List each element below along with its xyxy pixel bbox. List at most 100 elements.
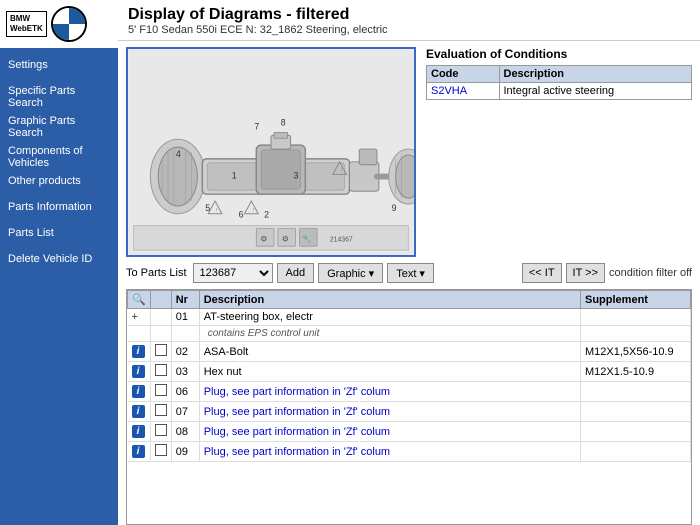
info-icon[interactable]: i <box>132 405 145 418</box>
row-icon-cell: i <box>128 442 151 462</box>
row-nr-cell <box>171 326 199 342</box>
svg-text:1: 1 <box>232 170 237 180</box>
info-icon[interactable]: i <box>132 345 145 358</box>
table-row: i 06 Plug, see part information in 'Zf' … <box>128 382 691 402</box>
bmw-roundel <box>51 6 87 42</box>
row-supp-cell <box>581 422 691 442</box>
row-icon-cell: i <box>128 342 151 362</box>
svg-text:3: 3 <box>294 170 299 180</box>
row-check-cell <box>150 442 171 462</box>
row-supp-cell <box>581 326 691 342</box>
checkbox[interactable] <box>155 364 167 376</box>
sidebar-item-settings[interactable]: Settings <box>6 56 112 74</box>
row-desc-cell: ASA-Bolt <box>199 342 580 362</box>
row-desc-cell: Plug, see part information in 'Zf' colum <box>199 402 580 422</box>
row-check-cell <box>150 382 171 402</box>
sidebar-item-components-of-vehicles[interactable]: Components of Vehicles <box>6 142 112 172</box>
col-description: Description <box>199 291 580 309</box>
row-check-cell <box>150 362 171 382</box>
row-icon-cell <box>128 326 151 342</box>
roundel-q3 <box>53 24 69 40</box>
roundel-q4 <box>69 24 85 40</box>
row-desc-cell: Plug, see part information in 'Zf' colum <box>199 422 580 442</box>
part-desc-link[interactable]: Plug, see part information in 'Zf' colum <box>204 446 390 458</box>
part-desc-link[interactable]: Plug, see part information in 'Zf' colum <box>204 386 390 398</box>
plus-btn[interactable]: + <box>132 311 138 323</box>
page-title: Display of Diagrams - filtered <box>128 6 690 24</box>
checkbox[interactable] <box>155 424 167 436</box>
row-nr-cell: 03 <box>171 362 199 382</box>
row-supp-cell <box>581 382 691 402</box>
sidebar-divider-2 <box>6 190 112 198</box>
row-check-cell <box>150 402 171 422</box>
sidebar: BMWWebETK Settings Specific Parts Search… <box>0 0 118 525</box>
sidebar-item-parts-information[interactable]: Parts Information <box>6 198 112 216</box>
col-check <box>150 291 171 309</box>
table-row: i 08 Plug, see part information in 'Zf' … <box>128 422 691 442</box>
add-button[interactable]: Add <box>277 263 315 283</box>
row-supp-cell <box>581 402 691 422</box>
row-icon-cell: i <box>128 382 151 402</box>
row-icon-cell: i <box>128 422 151 442</box>
table-row: i 07 Plug, see part information in 'Zf' … <box>128 402 691 422</box>
row-check-cell <box>150 342 171 362</box>
row-desc-cell: Plug, see part information in 'Zf' colum <box>199 382 580 402</box>
sidebar-item-specific-parts-search[interactable]: Specific Parts Search <box>6 82 112 112</box>
info-icon[interactable]: i <box>132 365 145 378</box>
table-row: i 09 Plug, see part information in 'Zf' … <box>128 442 691 462</box>
row-check-cell <box>150 309 171 326</box>
parts-table: 🔍 Nr Description Supplement + 01 AT-stee… <box>127 290 691 462</box>
top-section: 7 8 3 1 5 4 6 2 <box>126 47 692 257</box>
svg-text:🔧: 🔧 <box>302 233 312 243</box>
row-desc-cell: contains EPS control unit <box>199 326 580 342</box>
sidebar-item-parts-list[interactable]: Parts List <box>6 224 112 242</box>
part-desc: AT-steering box, electr <box>204 311 313 323</box>
bmw-etk-logo: BMWWebETK <box>6 11 47 36</box>
svg-text:2: 2 <box>264 210 269 220</box>
nav-prev-button[interactable]: << IT <box>522 263 562 283</box>
page-subtitle: 5' F10 Sedan 550i ECE N: 32_1862 Steerin… <box>128 24 690 36</box>
checkbox[interactable] <box>155 384 167 396</box>
info-icon[interactable]: i <box>132 425 145 438</box>
part-desc-link[interactable]: Plug, see part information in 'Zf' colum <box>204 426 390 438</box>
row-nr-cell: 02 <box>171 342 199 362</box>
checkbox[interactable] <box>155 404 167 416</box>
part-desc: Hex nut <box>204 366 242 378</box>
row-icon-cell: i <box>128 402 151 422</box>
main-content: Display of Diagrams - filtered 5' F10 Se… <box>118 0 700 525</box>
svg-text:4: 4 <box>176 149 181 159</box>
sidebar-item-graphic-parts-search[interactable]: Graphic Parts Search <box>6 112 112 142</box>
part-desc-link[interactable]: Plug, see part information in 'Zf' colum <box>204 406 390 418</box>
row-icon-cell: i <box>128 362 151 382</box>
eval-col-code: Code <box>427 66 500 83</box>
diagram-box[interactable]: 7 8 3 1 5 4 6 2 <box>126 47 416 257</box>
row-supp-cell: M12X1,5X56-10.9 <box>581 342 691 362</box>
checkbox[interactable] <box>155 444 167 456</box>
row-nr-cell: 01 <box>171 309 199 326</box>
sidebar-divider-3 <box>6 216 112 224</box>
checkbox[interactable] <box>155 344 167 356</box>
sidebar-item-delete-vehicle-id[interactable]: Delete Vehicle ID <box>6 250 112 268</box>
sidebar-item-other-products[interactable]: Other products <box>6 172 112 190</box>
roundel-q1 <box>53 8 69 24</box>
svg-text:⚙: ⚙ <box>260 234 267 243</box>
text-button[interactable]: Text ▾ <box>387 263 434 283</box>
row-check-cell <box>150 422 171 442</box>
toolbar: To Parts List 123687 Add Graphic ▾ Text … <box>126 261 692 285</box>
graphic-button[interactable]: Graphic ▾ <box>318 263 383 283</box>
parts-list-select[interactable]: 123687 <box>193 263 273 283</box>
table-row: contains EPS control unit <box>128 326 691 342</box>
row-nr-cell: 06 <box>171 382 199 402</box>
evaluation-table: Code Description S2VHA Integral active s… <box>426 65 692 100</box>
sidebar-divider-1 <box>6 74 112 82</box>
eval-code-cell[interactable]: S2VHA <box>427 83 500 100</box>
nav-next-button[interactable]: IT >> <box>566 263 605 283</box>
logo-area: BMWWebETK <box>0 0 118 48</box>
info-icon[interactable]: i <box>132 445 145 458</box>
info-icon[interactable]: i <box>132 385 145 398</box>
diagram-svg: 7 8 3 1 5 4 6 2 <box>128 49 414 255</box>
row-nr-cell: 08 <box>171 422 199 442</box>
row-icon-cell: + <box>128 309 151 326</box>
parts-table-wrapper: 🔍 Nr Description Supplement + 01 AT-stee… <box>126 289 692 525</box>
condition-filter-label: condition filter off <box>609 267 692 279</box>
